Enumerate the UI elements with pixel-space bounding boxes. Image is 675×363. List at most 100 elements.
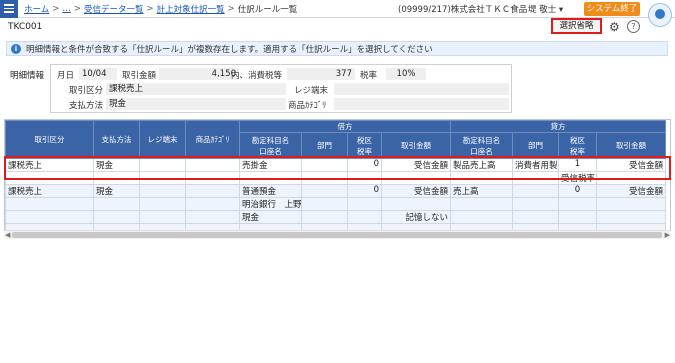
breadcrumb-separator: > (52, 3, 60, 14)
cell-txn-type: 課税売上 (5, 158, 94, 172)
header-text: 税区 (357, 135, 372, 145)
cell-credit-dept: 消費者用製 (512, 158, 559, 172)
info-banner: i 明細情報と条件が合致する「仕訳ルール」が複数存在します。適用する「仕訳ルール… (6, 41, 668, 56)
cell-empty (139, 197, 186, 211)
col-header-credit-amount: 取引金額 (596, 132, 666, 159)
cell-debit-account-sub (239, 171, 302, 185)
cell-credit-tax: 1 (558, 158, 597, 172)
col-header-register: レジ端末 (139, 120, 186, 159)
assistant-avatar-icon[interactable] (648, 3, 672, 27)
product-category-label: 商品ｶﾃｺﾞﾘ (288, 101, 327, 111)
cell-register (139, 210, 186, 224)
breadcrumb-separator: > (146, 3, 154, 14)
chevron-down-icon: ▾ (558, 5, 564, 15)
cell-credit-dept (512, 210, 559, 224)
header-text: 口座名 (470, 146, 493, 156)
user-name: 堤 敬士 (528, 5, 557, 15)
breadcrumb-current: 仕訳ルール一覧 (237, 4, 298, 15)
cell-empty (185, 197, 240, 211)
col-header-debit: 借方 (239, 120, 451, 133)
cell-empty (5, 171, 94, 185)
horizontal-scrollbar[interactable]: ◀ ▶ (4, 230, 671, 239)
breadcrumb: ホーム > … > 受信データ一覧 > 計上対象仕訳一覧 > 仕訳ルール一覧 (24, 3, 297, 15)
table-row[interactable]: 課税売上 現金 売掛金 0 受信金額 製品売上高 消費者用製 1 受信金額 (5, 158, 666, 172)
header-text: 勘定科目名 (251, 135, 290, 145)
detail-title: 明細情報 (10, 71, 45, 81)
cell-debit-dept (301, 210, 348, 224)
cell-empty (185, 171, 240, 185)
cell-register (139, 184, 186, 198)
col-header-credit-account: 勘定科目名 口座名 (450, 132, 513, 159)
cell-debit-account: 現金 (239, 210, 302, 224)
scrollbar-thumb[interactable] (12, 232, 662, 238)
cell-debit-amount: 受信金額 (381, 184, 451, 198)
scroll-left-icon[interactable]: ◀ (5, 231, 10, 239)
payment-label: 支払方法 (69, 101, 104, 111)
cell-debit-account-sub: 明治銀行 上野 (239, 197, 302, 211)
cell-credit-amount (596, 210, 666, 224)
cell-payment: 現金 (93, 158, 140, 172)
cell-payment (93, 210, 140, 224)
header-text: 口座名 (259, 146, 282, 156)
cell-credit-tax: 0 (558, 184, 597, 198)
header-text: 税区 (570, 135, 585, 145)
table-row-sub[interactable]: 受信税率 (5, 171, 666, 185)
help-icon[interactable]: ? (627, 20, 640, 33)
hamburger-menu-icon[interactable] (0, 0, 18, 18)
cell-txn-type (5, 210, 94, 224)
amount-value: 4,150 (159, 68, 239, 80)
info-icon: i (11, 43, 21, 54)
register-label: レジ端末 (294, 86, 329, 96)
cell-empty (301, 197, 348, 211)
cell-empty (93, 171, 140, 185)
cell-empty (450, 197, 513, 211)
cell-debit-tax: 0 (347, 158, 382, 172)
table-row[interactable]: 課税売上 現金 普通預金 0 受信金額 売上高 0 受信金額 (5, 184, 666, 198)
product-category-value (334, 98, 509, 110)
breadcrumb-journal-list[interactable]: 計上対象仕訳一覧 (157, 3, 225, 15)
cell-empty (450, 171, 513, 185)
cell-credit-dept (512, 184, 559, 198)
cell-debit-tax-rate (347, 197, 382, 211)
col-header-credit: 貸方 (450, 120, 666, 133)
cell-debit-tax-rate (347, 171, 382, 185)
tax-value: 377 (287, 68, 355, 80)
journal-rule-grid: 取引区分 支払方法 レジ端末 商品ｶﾃｺﾞﾘ 借方 貸方 勘定科目名 口座名 部門… (4, 119, 671, 235)
breadcrumb-separator: > (73, 3, 81, 14)
tax-label: 内、消費税等 (231, 71, 283, 81)
cell-credit-amount: 受信金額 (596, 184, 666, 198)
table-row[interactable]: 現金 記憶しない (5, 210, 666, 224)
breadcrumb-received-data[interactable]: 受信データ一覧 (84, 3, 144, 15)
rate-label: 税率 (360, 71, 378, 81)
payment-value: 現金 (106, 98, 286, 110)
header-text: 税率 (357, 146, 372, 156)
cell-product (185, 210, 240, 224)
cell-credit-account: 製品売上高 (450, 158, 513, 172)
skip-selection-button[interactable]: 選択省略 (551, 18, 602, 34)
gear-icon[interactable]: ⚙ (609, 21, 620, 33)
system-exit-button[interactable]: システム終了 (584, 2, 640, 16)
txn-type-value: 課税売上 (106, 83, 286, 95)
cell-product (185, 184, 240, 198)
rate-value: 10% (386, 68, 426, 80)
breadcrumb-home[interactable]: ホーム (24, 3, 49, 15)
scroll-right-icon[interactable]: ▶ (665, 231, 670, 239)
cell-debit-dept (301, 158, 348, 172)
user-menu[interactable]: 堤 敬士 ▾ (528, 3, 563, 15)
table-row-sub[interactable]: 明治銀行 上野 (5, 197, 666, 211)
cell-debit-tax: 0 (347, 184, 382, 198)
col-header-debit-dept: 部門 (301, 132, 348, 159)
info-message: 明細情報と条件が合致する「仕訳ルール」が複数存在します。適用する「仕訳ルール」を… (26, 44, 433, 55)
cell-credit-tax (558, 210, 597, 224)
col-header-payment: 支払方法 (93, 120, 140, 159)
col-header-debit-amount: 取引金額 (381, 132, 451, 159)
cell-payment: 現金 (93, 184, 140, 198)
cell-empty (301, 171, 348, 185)
cell-credit-account: 売上高 (450, 184, 513, 198)
date-value: 10/04 (79, 68, 117, 80)
cell-empty (93, 197, 140, 211)
detail-panel: 月日 10/04 取引金額 4,150 内、消費税等 377 税率 10% 取引… (50, 64, 512, 113)
cell-empty (512, 197, 559, 211)
top-nav-bar: ホーム > … > 受信データ一覧 > 計上対象仕訳一覧 > 仕訳ルール一覧 (… (0, 0, 675, 27)
breadcrumb-ellipsis[interactable]: … (62, 4, 71, 14)
